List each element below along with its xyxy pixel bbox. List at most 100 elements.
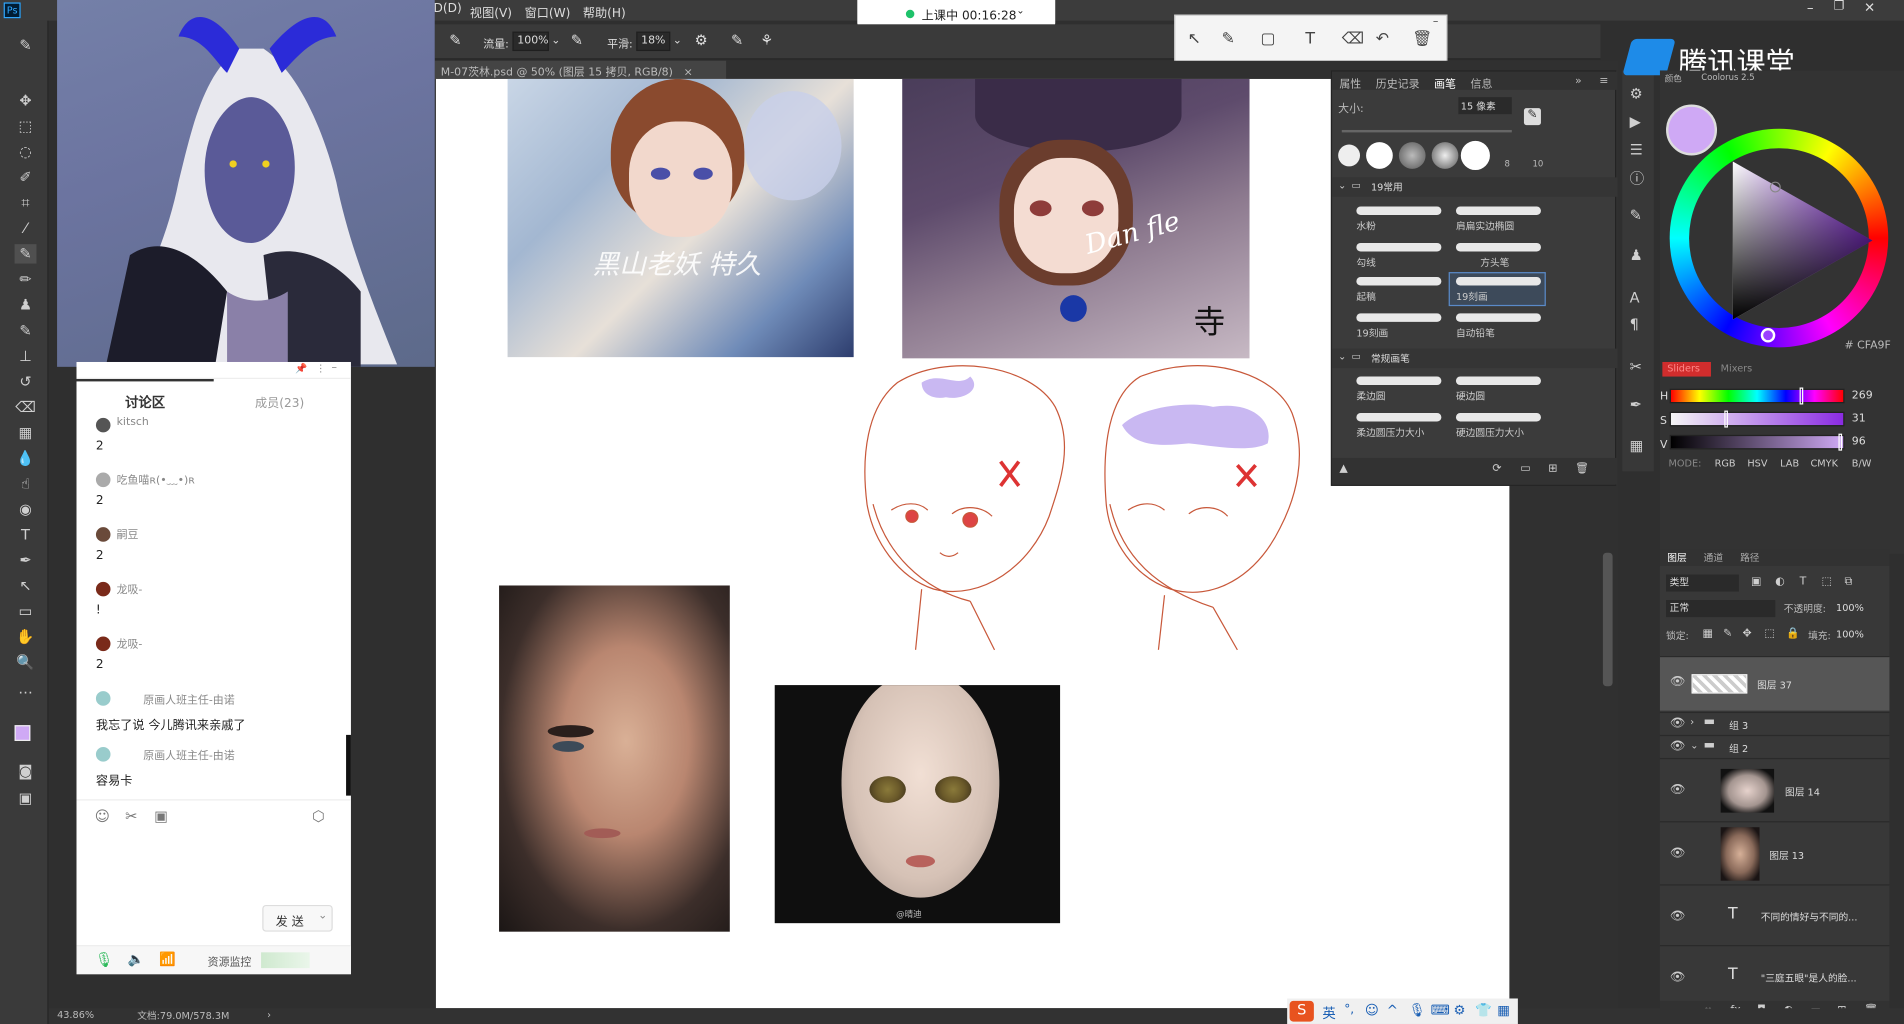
layer-row[interactable]: 👁 图层 13 xyxy=(1659,821,1890,884)
lock-transparency-icon[interactable]: ▦ xyxy=(1702,628,1712,640)
hand-tool-icon[interactable]: ✋ xyxy=(15,627,37,646)
pen-tool-icon[interactable]: ✒ xyxy=(15,550,37,569)
layer-row[interactable]: 👁 图层 37 xyxy=(1659,655,1890,711)
path-select-icon[interactable]: ↖ xyxy=(15,576,37,595)
mode-rgb[interactable]: RGB xyxy=(1715,458,1736,469)
history-panel-icon[interactable]: ⚙ xyxy=(1630,85,1643,102)
panel-menu-icon[interactable]: ≡ xyxy=(1599,75,1608,87)
tab-brushes[interactable]: 画笔 xyxy=(1434,75,1456,91)
slider-handle[interactable] xyxy=(1838,433,1843,451)
tab-history[interactable]: 历史记录 xyxy=(1376,75,1420,91)
mode-cmyk[interactable]: CMYK xyxy=(1811,458,1838,469)
history-brush-icon[interactable]: ✎ xyxy=(15,321,37,340)
eye-icon[interactable]: 👁 xyxy=(1670,675,1685,688)
lock-all-icon[interactable]: 🔒 xyxy=(1786,628,1800,640)
type-tool-icon[interactable]: T xyxy=(15,525,37,544)
eraser-icon[interactable]: ⌫ xyxy=(1342,30,1364,48)
brush-tool-toggle-icon[interactable]: ⟳ xyxy=(1492,463,1501,475)
settings-icon[interactable]: ⬡ xyxy=(312,808,325,825)
mode-lab[interactable]: LAB xyxy=(1780,458,1799,469)
grid-panel-icon[interactable]: ▦ xyxy=(1630,437,1644,454)
tab-channels[interactable]: 通道 xyxy=(1704,551,1723,564)
ime-language[interactable]: 英 xyxy=(1322,1003,1335,1022)
size-slider[interactable] xyxy=(1341,129,1512,133)
tab-discussion[interactable]: 讨论区 xyxy=(125,392,165,411)
slider-handle[interactable] xyxy=(1799,387,1804,405)
voice-icon[interactable]: 🎙 xyxy=(1409,1002,1426,1018)
pointer-icon[interactable]: ↖ xyxy=(1188,30,1201,48)
collapse-icon[interactable]: » xyxy=(1575,75,1582,87)
tab-mixers[interactable]: Mixers xyxy=(1721,363,1753,374)
maximize-button[interactable]: ❐ xyxy=(1834,0,1845,13)
pencil-icon[interactable]: ✏ xyxy=(15,270,37,289)
chevron-right-icon[interactable]: › xyxy=(1690,717,1694,728)
shape-filter-icon[interactable]: ⬚ xyxy=(1821,576,1831,588)
tab-sliders[interactable]: Sliders xyxy=(1662,361,1711,377)
tab-color[interactable]: 颜色 xyxy=(1665,73,1682,85)
more-tools-icon[interactable]: … xyxy=(15,679,37,698)
brush-row[interactable]: 起稿 19刻画 xyxy=(1344,272,1599,307)
gradient-tool-icon[interactable]: ▦ xyxy=(15,423,37,442)
pen-icon[interactable]: ✎ xyxy=(1222,30,1235,48)
brush-tool-icon[interactable]: ✎ xyxy=(15,35,37,54)
menu-item[interactable]: D(D) xyxy=(434,2,462,15)
chevron-down-icon[interactable]: ⌄ xyxy=(1690,740,1698,751)
layer-row[interactable]: 👁 T 不同的情好与不同的... xyxy=(1659,884,1890,945)
symmetry-icon[interactable]: ⚘ xyxy=(760,32,773,49)
brush-preset-tip[interactable] xyxy=(1431,142,1459,169)
mode-bw[interactable]: B/W xyxy=(1852,458,1872,469)
tab-properties[interactable]: 属性 xyxy=(1339,75,1361,91)
eye-icon[interactable]: 👁 xyxy=(1670,717,1685,730)
more-icon[interactable]: ⋮ xyxy=(316,363,326,374)
brush-row[interactable]: 19刻画 自动铅笔 xyxy=(1344,310,1599,344)
grid-menu-icon[interactable]: ▦ xyxy=(1497,1002,1510,1018)
emoji-icon[interactable]: ☺ xyxy=(95,808,110,825)
flow-field[interactable]: 100% xyxy=(512,31,549,52)
scissors-icon[interactable]: ✂ xyxy=(125,808,137,825)
chevron-down-icon[interactable]: ⌄ xyxy=(1016,5,1024,16)
brush-preset-tip[interactable] xyxy=(1460,140,1490,171)
clone-stamp-icon[interactable]: ♟ xyxy=(15,295,37,314)
new-group-icon[interactable]: ▭ xyxy=(1520,463,1530,475)
tool-presets-icon[interactable]: ✂ xyxy=(1630,358,1642,375)
hue-slider[interactable] xyxy=(1669,387,1845,405)
menu-item-help[interactable]: 帮助(H) xyxy=(583,2,626,20)
brush-preset-tip[interactable] xyxy=(1398,142,1426,169)
symbol-icon[interactable]: ^ xyxy=(1387,1002,1398,1018)
fill-value[interactable]: 100% xyxy=(1836,629,1864,640)
minimize-icon[interactable]: – xyxy=(1433,16,1438,28)
stamp-icon[interactable]: ⊥ xyxy=(15,346,37,365)
dodge-tool-icon[interactable]: ◉ xyxy=(15,499,37,518)
tab-members[interactable]: 成员(23) xyxy=(255,392,304,410)
mode-hsv[interactable]: HSV xyxy=(1747,458,1767,469)
value-slider[interactable] xyxy=(1669,433,1845,451)
emoji-icon[interactable]: ☺ xyxy=(1365,1002,1379,1018)
size-field[interactable]: 15 像素 xyxy=(1458,97,1512,115)
smudge-tool-icon[interactable]: ☝ xyxy=(15,474,37,493)
brush-preset-tip[interactable] xyxy=(1338,144,1361,167)
tab-paths[interactable]: 路径 xyxy=(1740,551,1759,564)
chevron-right-icon[interactable]: › xyxy=(267,1009,271,1020)
chevron-down-icon[interactable]: ⌄ xyxy=(673,35,682,47)
eye-icon[interactable]: 👁 xyxy=(1670,847,1685,860)
tab-coolorus[interactable]: Coolorus 2.5 xyxy=(1701,73,1754,83)
speaker-icon[interactable]: 🔈 xyxy=(128,951,145,967)
smooth-field[interactable]: 18% xyxy=(636,31,671,52)
quick-mask-icon[interactable]: ◙ xyxy=(15,762,37,781)
eye-icon[interactable]: 👁 xyxy=(1670,910,1685,923)
microphone-icon[interactable]: 🎙 xyxy=(95,951,113,968)
signal-icon[interactable]: 📶 xyxy=(159,951,176,967)
history-icon[interactable]: ↺ xyxy=(15,372,37,391)
layer-filter-select[interactable]: 类型 xyxy=(1666,574,1739,592)
document-tab[interactable]: M-07茨林.psd @ 50% (图层 15 拷贝, RGB/8) × xyxy=(434,60,727,79)
group-row[interactable]: 👁 ⌄ ▬ 组 2 xyxy=(1659,734,1890,758)
canvas-vertical-scrollbar[interactable] xyxy=(1602,552,1613,687)
blur-tool-icon[interactable]: 💧 xyxy=(15,448,37,467)
resource-monitor-label[interactable]: 资源监控 xyxy=(208,954,252,969)
chevron-down-icon[interactable]: ⌄ xyxy=(551,35,560,47)
slider-handle[interactable] xyxy=(1724,410,1728,428)
layer-row[interactable]: 👁 T "三庭五眼"是人的脸... xyxy=(1659,945,1890,1006)
text-icon[interactable]: T xyxy=(1305,30,1315,48)
eye-icon[interactable]: 👁 xyxy=(1670,971,1685,984)
eraser-tool-icon[interactable]: ⌫ xyxy=(15,397,37,416)
